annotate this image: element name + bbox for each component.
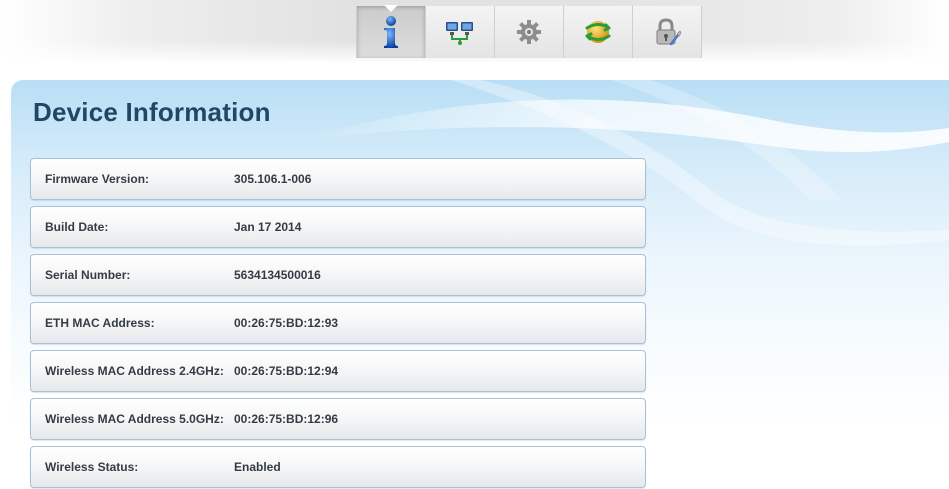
tab-device-info[interactable] xyxy=(356,5,426,58)
wireless-mac-50-row: Wireless MAC Address 5.0GHz: 00:26:75:BD… xyxy=(30,398,646,440)
serial-number-row: Serial Number: 5634134500016 xyxy=(30,254,646,296)
eth-mac-row: ETH MAC Address: 00:26:75:BD:12:93 xyxy=(30,302,646,344)
tab-settings[interactable] xyxy=(495,6,564,58)
device-info-panel: Device Information Firmware Version: 305… xyxy=(11,80,949,489)
gear-icon xyxy=(516,19,542,45)
main-tabs xyxy=(356,5,702,62)
tab-update[interactable] xyxy=(564,6,633,58)
info-icon xyxy=(376,15,406,49)
tab-network[interactable] xyxy=(426,6,495,58)
firmware-version-label: Firmware Version: xyxy=(45,172,150,186)
wireless-mac-24-label: Wireless MAC Address 2.4GHz: xyxy=(45,364,224,378)
top-toolbar xyxy=(0,0,949,62)
firmware-version-row: Firmware Version: 305.106.1-006 xyxy=(30,158,646,200)
wireless-status-row: Wireless Status: Enabled xyxy=(30,446,646,488)
firmware-version-value: 305.106.1-006 xyxy=(234,172,312,186)
refresh-globe-icon xyxy=(583,17,613,47)
build-date-row: Build Date: Jan 17 2014 xyxy=(30,206,646,248)
page-title: Device Information xyxy=(33,97,271,127)
build-date-value: Jan 17 2014 xyxy=(234,220,302,234)
build-date-label: Build Date: xyxy=(45,220,109,234)
wireless-mac-24-value: 00:26:75:BD:12:94 xyxy=(234,364,339,378)
wireless-status-label: Wireless Status: xyxy=(45,460,139,474)
tab-security[interactable] xyxy=(633,6,702,58)
wireless-mac-24-row: Wireless MAC Address 2.4GHz: 00:26:75:BD… xyxy=(30,350,646,392)
serial-number-label: Serial Number: xyxy=(45,268,131,282)
wireless-status-value: Enabled xyxy=(234,460,281,474)
lock-icon xyxy=(652,17,682,47)
eth-mac-label: ETH MAC Address: xyxy=(45,316,155,330)
serial-number-value: 5634134500016 xyxy=(234,268,321,282)
network-icon xyxy=(444,18,476,46)
wireless-mac-50-label: Wireless MAC Address 5.0GHz: xyxy=(45,412,224,426)
device-info-table: Firmware Version: 305.106.1-006 Build Da… xyxy=(30,158,646,489)
eth-mac-value: 00:26:75:BD:12:93 xyxy=(234,316,339,330)
wireless-mac-50-value: 00:26:75:BD:12:96 xyxy=(234,412,339,426)
